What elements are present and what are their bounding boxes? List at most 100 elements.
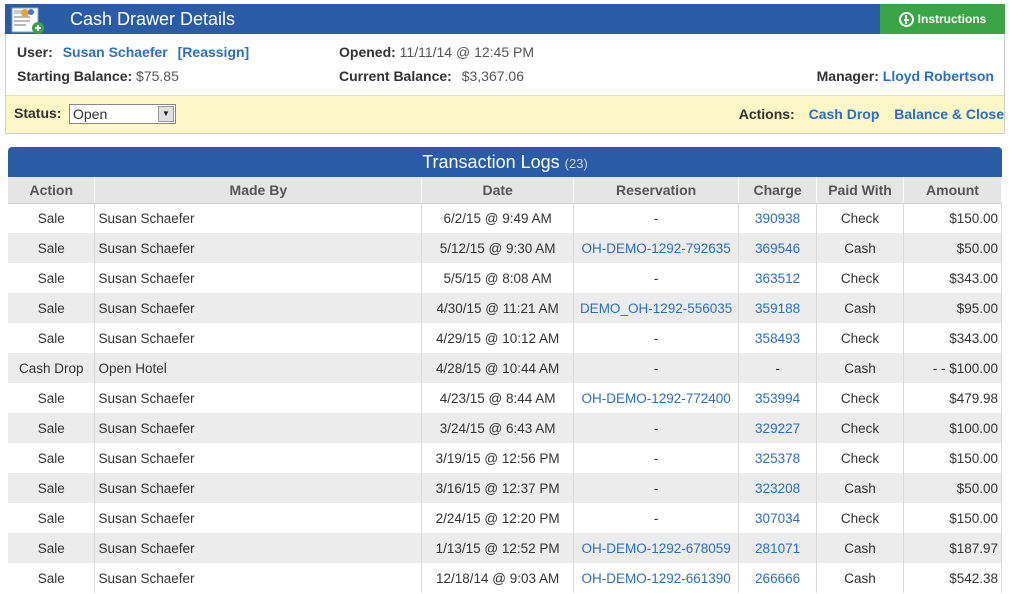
cell-reservation[interactable]: DEMO_OH-1292-556035 bbox=[573, 293, 740, 323]
transaction-logs-header: Transaction Logs (23) bbox=[8, 147, 1002, 177]
starting-balance-info: Starting Balance: $75.85 bbox=[17, 68, 179, 84]
page-header: Cash Drawer Details Instructions bbox=[5, 4, 1005, 34]
cell-action: Sale bbox=[8, 203, 96, 233]
cell-action: Cash Drop bbox=[8, 353, 96, 383]
cell-reservation[interactable]: OH-DEMO-1292-661390 bbox=[573, 563, 740, 593]
table-row: Sale Susan Schaefer 1/13/15 @ 12:52 PM OH-D… bbox=[8, 533, 1002, 563]
cell-charge[interactable]: 369546 bbox=[738, 233, 818, 263]
table-row: Sale Susan Schaefer 4/29/15 @ 10:12 AM -358… bbox=[8, 323, 1002, 353]
cell-date: 6/2/15 @ 9:49 AM bbox=[421, 203, 575, 233]
cell-paid-with: Cash bbox=[816, 293, 904, 323]
table-row: Sale Susan Schaefer 4/23/15 @ 8:44 AM OH-DE… bbox=[8, 383, 1002, 413]
cell-made-by: Susan Schaefer bbox=[94, 293, 423, 323]
actions-label: Actions: bbox=[738, 106, 795, 122]
cell-date: 1/13/15 @ 12:52 PM bbox=[421, 533, 575, 563]
starting-balance-value: $75.85 bbox=[136, 68, 179, 84]
cell-action: Sale bbox=[8, 443, 96, 473]
transaction-logs-count: (23) bbox=[564, 156, 588, 171]
cell-date: 4/30/15 @ 11:21 AM bbox=[421, 293, 575, 323]
cell-made-by: Susan Schaefer bbox=[94, 533, 423, 563]
cell-charge[interactable]: 359188 bbox=[738, 293, 818, 323]
cell-charge[interactable]: 325378 bbox=[738, 443, 818, 473]
cell-made-by: Susan Schaefer bbox=[94, 413, 423, 443]
balance-close-link[interactable]: Balance & Close bbox=[894, 106, 1004, 122]
manager-label: Manager: bbox=[816, 68, 879, 84]
cell-action: Sale bbox=[8, 383, 96, 413]
column-header-paid-with[interactable]: Paid With bbox=[816, 177, 904, 204]
transactions-table: Action Made By Date Reservation Charge P… bbox=[8, 177, 1002, 593]
column-header-charge[interactable]: Charge bbox=[738, 177, 818, 204]
cell-reservation[interactable]: OH-DEMO-1292-678059 bbox=[573, 533, 740, 563]
cell-paid-with: Cash bbox=[816, 563, 904, 593]
user-label: User: bbox=[17, 44, 53, 60]
status-select[interactable]: Open ▼ bbox=[69, 104, 176, 124]
cell-made-by: Susan Schaefer bbox=[94, 443, 423, 473]
cell-charge[interactable]: 363512 bbox=[738, 263, 818, 293]
cell-date: 5/12/15 @ 9:30 AM bbox=[421, 233, 575, 263]
cell-date: 4/29/15 @ 10:12 AM bbox=[421, 323, 575, 353]
cell-charge[interactable]: 329227 bbox=[738, 413, 818, 443]
table-row: Sale Susan Schaefer 3/19/15 @ 12:56 PM -325… bbox=[8, 443, 1002, 473]
user-name-link[interactable]: Susan Schaefer bbox=[63, 44, 168, 60]
cell-amount: $50.00 bbox=[903, 233, 1002, 263]
cell-date: 5/5/15 @ 8:08 AM bbox=[421, 263, 575, 293]
table-row: Sale Susan Schaefer 3/16/15 @ 12:37 PM -323… bbox=[8, 473, 1002, 503]
cell-charge[interactable]: 353994 bbox=[738, 383, 818, 413]
cell-reservation: - bbox=[573, 353, 740, 383]
current-balance-value: $3,367.06 bbox=[461, 68, 524, 84]
cell-reservation[interactable]: OH-DEMO-1292-792635 bbox=[573, 233, 740, 263]
cell-amount: $95.00 bbox=[903, 293, 1002, 323]
table-row: Cash Drop Open Hotel 4/28/15 @ 10:44 AM - - C… bbox=[8, 353, 1002, 383]
transactions-body: Sale Susan Schaefer 6/2/15 @ 9:49 AM -39093… bbox=[8, 203, 1002, 593]
column-header-action[interactable]: Action bbox=[8, 177, 96, 204]
cell-made-by: Open Hotel bbox=[94, 353, 423, 383]
actions-group: Actions: Cash Drop Balance & Close bbox=[739, 106, 1004, 122]
cell-action: Sale bbox=[8, 323, 96, 353]
cell-reservation: - bbox=[573, 203, 740, 233]
table-row: Sale Susan Schaefer 3/24/15 @ 6:43 AM -3292… bbox=[8, 413, 1002, 443]
opened-label: Opened: bbox=[339, 44, 396, 60]
cell-made-by: Susan Schaefer bbox=[94, 383, 423, 413]
instructions-button[interactable]: Instructions bbox=[880, 4, 1005, 34]
column-header-made-by[interactable]: Made By bbox=[94, 177, 423, 204]
cash-drop-link[interactable]: Cash Drop bbox=[809, 106, 880, 122]
reassign-link[interactable]: [Reassign] bbox=[178, 44, 250, 60]
cell-amount: $100.00 bbox=[903, 413, 1002, 443]
column-header-amount[interactable]: Amount bbox=[903, 177, 1002, 204]
page-title: Cash Drawer Details bbox=[70, 9, 236, 29]
cell-amount: $479.98 bbox=[903, 383, 1002, 413]
opened-value: 11/11/14 @ 12:45 PM bbox=[399, 44, 535, 60]
cell-amount: $50.00 bbox=[903, 473, 1002, 503]
cell-date: 2/24/15 @ 12:20 PM bbox=[421, 503, 575, 533]
cell-paid-with: Check bbox=[816, 413, 904, 443]
cell-charge[interactable]: 323208 bbox=[738, 473, 818, 503]
cell-charge[interactable]: 390938 bbox=[738, 203, 818, 233]
status-label: Status: bbox=[14, 105, 62, 121]
table-row: Sale Susan Schaefer 5/5/15 @ 8:08 AM -36351… bbox=[8, 263, 1002, 293]
cell-reservation: - bbox=[573, 503, 740, 533]
instructions-label: Instructions bbox=[917, 12, 987, 26]
cell-made-by: Susan Schaefer bbox=[94, 203, 423, 233]
table-header-row: Action Made By Date Reservation Charge P… bbox=[8, 177, 1002, 204]
cell-amount: $150.00 bbox=[903, 443, 1002, 473]
cell-charge[interactable]: 307034 bbox=[738, 503, 818, 533]
column-header-reservation[interactable]: Reservation bbox=[573, 177, 740, 204]
manager-name-link[interactable]: Lloyd Robertson bbox=[883, 68, 994, 84]
column-header-date[interactable]: Date bbox=[421, 177, 575, 204]
cell-date: 3/19/15 @ 12:56 PM bbox=[421, 443, 575, 473]
cell-amount: $187.97 bbox=[903, 533, 1002, 563]
cell-amount: $542.38 bbox=[903, 563, 1002, 593]
cell-charge[interactable]: 266666 bbox=[738, 563, 818, 593]
cell-amount: - - $100.00 bbox=[903, 353, 1002, 383]
cell-date: 3/16/15 @ 12:37 PM bbox=[421, 473, 575, 503]
cell-date: 4/28/15 @ 10:44 AM bbox=[421, 353, 575, 383]
cell-charge[interactable]: 281071 bbox=[738, 533, 818, 563]
chevron-down-icon[interactable]: ▼ bbox=[158, 106, 174, 122]
cell-paid-with: Cash bbox=[816, 233, 904, 263]
cell-charge[interactable]: 358493 bbox=[738, 323, 818, 353]
cell-reservation[interactable]: OH-DEMO-1292-772400 bbox=[573, 383, 740, 413]
cell-amount: $343.00 bbox=[903, 323, 1002, 353]
table-row: Sale Susan Schaefer 6/2/15 @ 9:49 AM -39093… bbox=[8, 203, 1002, 233]
cell-action: Sale bbox=[8, 233, 96, 263]
starting-balance-label: Starting Balance: bbox=[17, 68, 133, 84]
